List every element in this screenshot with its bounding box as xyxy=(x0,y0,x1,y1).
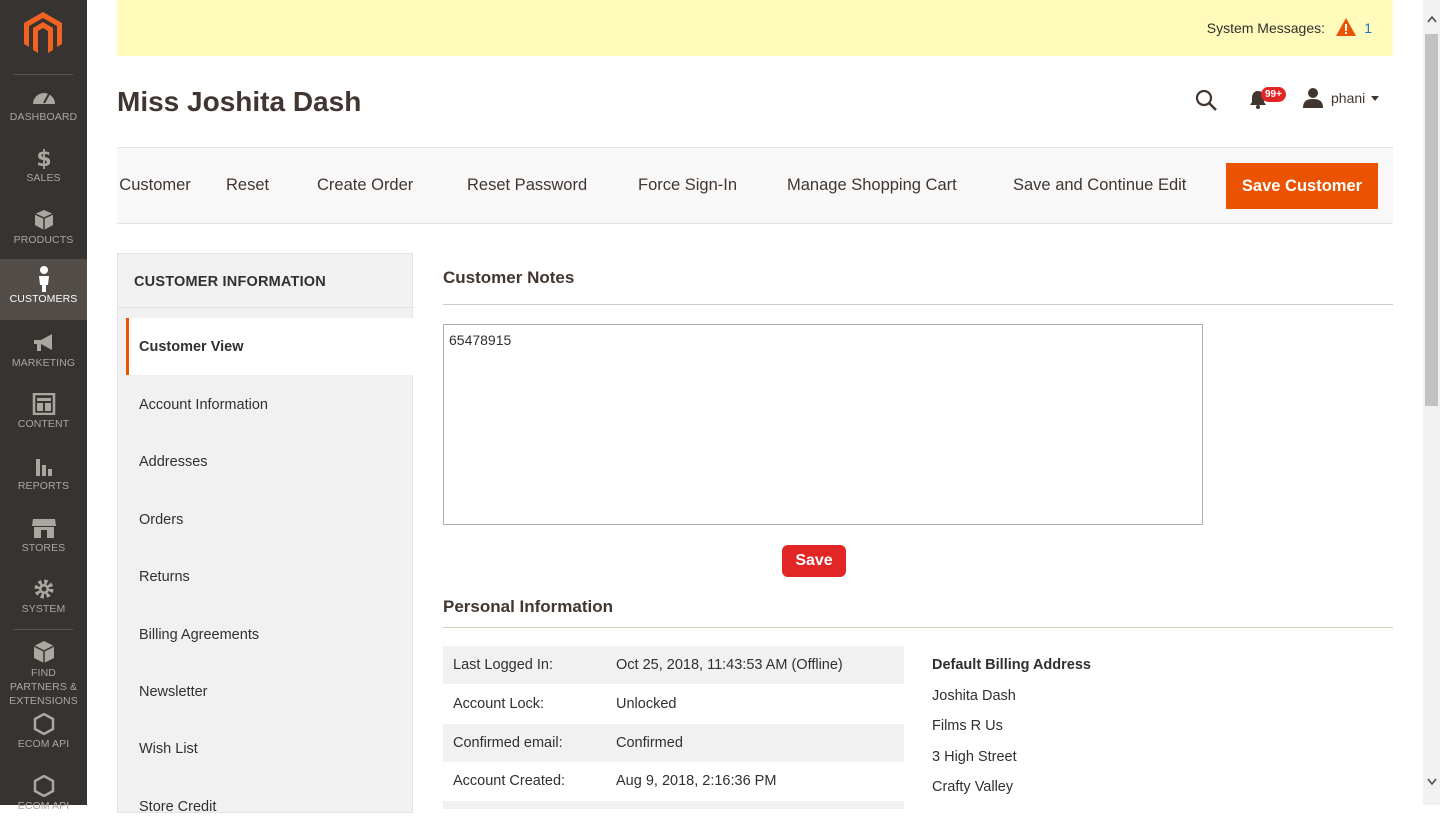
tab-addresses[interactable]: Addresses xyxy=(126,433,414,490)
create-order-button[interactable]: Create Order xyxy=(317,176,413,195)
nav-label: MARKETING xyxy=(11,357,76,369)
info-row-last-logged-in: Last Logged In: Oct 25, 2018, 11:43:53 A… xyxy=(443,646,904,684)
bar-chart-icon xyxy=(35,459,52,476)
customer-notes-textarea[interactable]: 65478915 xyxy=(443,324,1203,525)
notification-badge[interactable]: 99+ xyxy=(1261,87,1286,102)
user-icon[interactable] xyxy=(1302,88,1324,108)
tab-store-credit[interactable]: Store Credit xyxy=(126,778,414,835)
save-and-continue-button[interactable]: Save and Continue Edit xyxy=(1013,176,1186,195)
nav-label: ECOM API xyxy=(17,800,70,812)
nav-reports[interactable]: REPORTS xyxy=(0,455,87,516)
info-row-account-created: Account Created: Aug 9, 2018, 2:16:36 PM xyxy=(443,762,904,800)
tab-newsletter[interactable]: Newsletter xyxy=(126,663,414,720)
gear-icon xyxy=(34,579,53,599)
tab-billing-agreements[interactable]: Billing Agreements xyxy=(126,606,414,663)
nav-label: ECOM API xyxy=(17,738,70,750)
tabs-title: CUSTOMER INFORMATION xyxy=(134,274,326,290)
info-label: Confirmed email: xyxy=(453,735,563,751)
nav-ecom-api-2[interactable]: ECOM API xyxy=(0,775,87,836)
force-signin-button[interactable]: Force Sign-In xyxy=(638,176,737,195)
billing-address-line: 3 High Street xyxy=(932,749,1017,765)
page-title: Miss Joshita Dash xyxy=(117,86,362,117)
nav-marketing[interactable]: MARKETING xyxy=(0,332,87,393)
admin-sidebar: DASHBOARD $ SALES PRODUCTS CUSTOMERS MAR… xyxy=(0,0,87,812)
person-icon xyxy=(38,266,49,292)
manage-shopping-cart-button[interactable]: Manage Shopping Cart xyxy=(787,176,957,195)
page-actions-toolbar: Delete Customer Reset Create Order Reset… xyxy=(117,147,1393,224)
nav-sales[interactable]: $ SALES xyxy=(0,147,87,208)
nav-label: SALES xyxy=(26,172,61,184)
info-row-partial xyxy=(443,801,904,809)
info-value: Aug 9, 2018, 2:16:36 PM xyxy=(616,773,777,789)
info-value: Unlocked xyxy=(616,696,677,712)
reset-password-button[interactable]: Reset Password xyxy=(467,176,587,195)
default-billing-address-title: Default Billing Address xyxy=(932,657,1091,673)
billing-address-line: Joshita Dash xyxy=(932,688,1016,704)
info-row-confirmed-email: Confirmed email: Confirmed xyxy=(443,724,904,762)
section-divider xyxy=(443,627,1393,628)
nav-customers[interactable]: CUSTOMERS xyxy=(0,259,87,320)
svg-text:$: $ xyxy=(36,147,51,169)
save-customer-button[interactable]: Save Customer xyxy=(1226,163,1378,209)
user-menu-name[interactable]: phani xyxy=(1331,90,1365,106)
nav-dashboard[interactable]: DASHBOARD xyxy=(0,86,87,147)
personal-information-title: Personal Information xyxy=(443,597,614,616)
hexagon-icon xyxy=(33,775,54,797)
nav-stores[interactable]: STORES xyxy=(0,517,87,578)
nav-label: DASHBOARD xyxy=(9,111,78,123)
save-notes-button[interactable]: Save xyxy=(782,545,846,577)
system-messages-count[interactable]: 1 xyxy=(1364,20,1372,36)
system-messages-bar: System Messages: 1 xyxy=(117,0,1393,56)
system-messages-label: System Messages: xyxy=(1206,20,1325,36)
sidebar-divider xyxy=(13,74,73,75)
nav-ecom-api[interactable]: ECOM API xyxy=(0,713,87,774)
nav-label: SYSTEM xyxy=(21,603,66,615)
scroll-up-icon[interactable] xyxy=(1427,15,1437,23)
customer-information-tabs: CUSTOMER INFORMATION Customer View Accou… xyxy=(117,253,414,815)
dashboard-icon xyxy=(32,93,55,104)
nav-label: CONTENT xyxy=(17,418,70,430)
nav-label: PRODUCTS xyxy=(13,234,74,246)
box-icon xyxy=(34,210,53,230)
info-label: Account Lock: xyxy=(453,696,545,712)
layout-icon xyxy=(32,393,55,415)
scrollbar-thumb[interactable] xyxy=(1425,34,1438,406)
magento-logo-icon[interactable] xyxy=(24,12,62,54)
tab-returns[interactable]: Returns xyxy=(126,548,414,605)
scroll-down-icon[interactable] xyxy=(1427,778,1437,786)
reset-button[interactable]: Reset xyxy=(226,176,269,195)
store-icon xyxy=(31,519,56,538)
tabs-divider xyxy=(118,307,414,308)
customer-notes-title: Customer Notes xyxy=(443,268,575,287)
search-icon[interactable] xyxy=(1194,88,1218,112)
info-row-account-lock: Account Lock: Unlocked xyxy=(443,685,904,723)
extensions-icon xyxy=(33,641,54,663)
nav-label: REPORTS xyxy=(17,480,70,492)
nav-label: CUSTOMERS xyxy=(9,293,78,305)
nav-find-partners[interactable]: FIND PARTNERS & EXTENSIONS xyxy=(0,640,87,707)
info-value: Confirmed xyxy=(616,735,683,751)
hexagon-icon xyxy=(33,713,54,735)
info-label: Account Created: xyxy=(453,773,566,789)
nav-content[interactable]: CONTENT xyxy=(0,393,87,454)
nav-label: STORES xyxy=(21,542,66,554)
chevron-down-icon[interactable] xyxy=(1371,96,1379,101)
info-value: Oct 25, 2018, 11:43:53 AM (Offline) xyxy=(616,657,843,673)
warning-icon[interactable] xyxy=(1335,17,1357,37)
tab-account-information[interactable]: Account Information xyxy=(126,376,414,433)
tab-wish-list[interactable]: Wish List xyxy=(126,720,414,777)
nav-label: FIND PARTNERS & EXTENSIONS xyxy=(9,667,78,707)
billing-address-line: Crafty Valley xyxy=(932,779,1014,795)
dollar-icon: $ xyxy=(36,147,51,169)
tab-customer-view[interactable]: Customer View xyxy=(126,318,414,375)
tab-orders[interactable]: Orders xyxy=(126,491,414,548)
delete-customer-button[interactable]: Delete Customer xyxy=(117,176,191,195)
billing-address-line: Films R Us xyxy=(932,718,1003,734)
info-label: Last Logged In: xyxy=(453,657,553,673)
sidebar-divider xyxy=(13,629,73,630)
section-divider xyxy=(443,304,1393,305)
megaphone-icon xyxy=(33,334,52,351)
